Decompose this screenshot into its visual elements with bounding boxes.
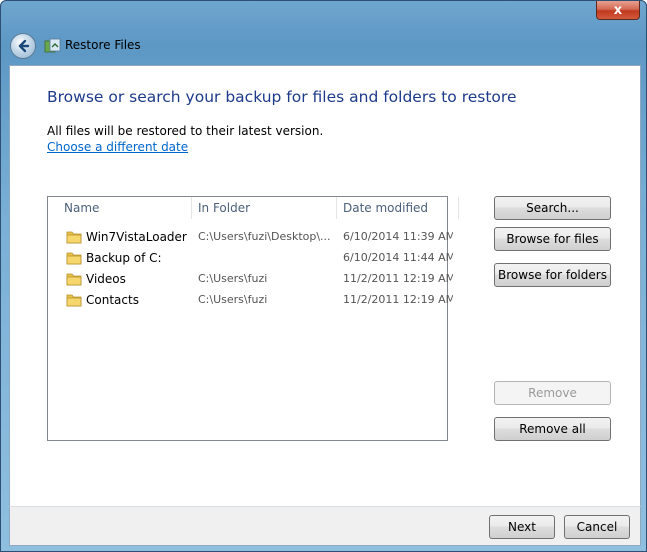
column-header-name[interactable]: Name xyxy=(58,197,192,219)
item-folder xyxy=(198,248,338,268)
restore-file-list[interactable]: Name In Folder Date modified Win7VistaLo… xyxy=(47,196,459,441)
footer-bar: Next Cancel xyxy=(9,506,641,546)
item-name: Videos xyxy=(86,272,126,286)
item-folder: C:\Users\fuzi\Desktop\... xyxy=(198,230,331,243)
cancel-button[interactable]: Cancel xyxy=(564,515,630,539)
item-date: 11/2/2011 12:19 AM xyxy=(343,293,453,306)
list-item[interactable]: Contacts C:\Users\fuzi 11/2/2011 12:19 A… xyxy=(58,290,453,310)
restore-files-icon xyxy=(44,38,61,53)
remove-all-button[interactable]: Remove all xyxy=(494,417,611,441)
folder-icon xyxy=(66,273,82,286)
choose-different-date-link[interactable]: Choose a different date xyxy=(47,140,188,154)
restore-files-window: x Restore Files Browse or search your ba… xyxy=(0,0,647,552)
folder-icon xyxy=(66,294,82,307)
item-folder: C:\Users\fuzi xyxy=(198,272,268,285)
item-date: 6/10/2014 11:44 AM xyxy=(343,251,453,264)
restore-info-text: All files will be restored to their late… xyxy=(47,124,324,138)
back-arrow-icon xyxy=(18,39,30,53)
search-button[interactable]: Search... xyxy=(494,196,611,220)
list-item[interactable]: Backup of C: 6/10/2014 11:44 AM xyxy=(58,248,453,268)
item-name: Contacts xyxy=(86,293,139,307)
item-folder: C:\Users\fuzi xyxy=(198,293,268,306)
back-button[interactable] xyxy=(10,33,36,59)
content-pane: Browse or search your backup for files a… xyxy=(9,65,641,507)
list-header: Name In Folder Date modified xyxy=(48,197,459,219)
column-header-in-folder[interactable]: In Folder xyxy=(192,197,337,219)
list-item[interactable]: Videos C:\Users\fuzi 11/2/2011 12:19 AM xyxy=(58,269,453,289)
item-name: Backup of C: xyxy=(86,251,162,265)
folder-icon xyxy=(66,231,82,244)
browse-for-files-button[interactable]: Browse for files xyxy=(494,227,611,251)
item-date: 11/2/2011 12:19 AM xyxy=(343,272,453,285)
browse-for-folders-button[interactable]: Browse for folders xyxy=(494,263,611,287)
close-button[interactable]: x xyxy=(596,1,640,20)
folder-icon xyxy=(66,252,82,265)
next-button[interactable]: Next xyxy=(489,515,555,539)
column-header-date-modified[interactable]: Date modified xyxy=(337,197,459,219)
item-date: 6/10/2014 11:39 AM xyxy=(343,230,453,243)
window-title: Restore Files xyxy=(65,38,141,52)
remove-button[interactable]: Remove xyxy=(494,381,611,405)
close-icon: x xyxy=(613,2,623,18)
toolbar: Restore Files xyxy=(9,29,640,65)
item-name: Win7VistaLoader xyxy=(86,230,187,244)
page-heading: Browse or search your backup for files a… xyxy=(47,88,517,106)
list-item[interactable]: Win7VistaLoader C:\Users\fuzi\Desktop\..… xyxy=(58,227,453,247)
